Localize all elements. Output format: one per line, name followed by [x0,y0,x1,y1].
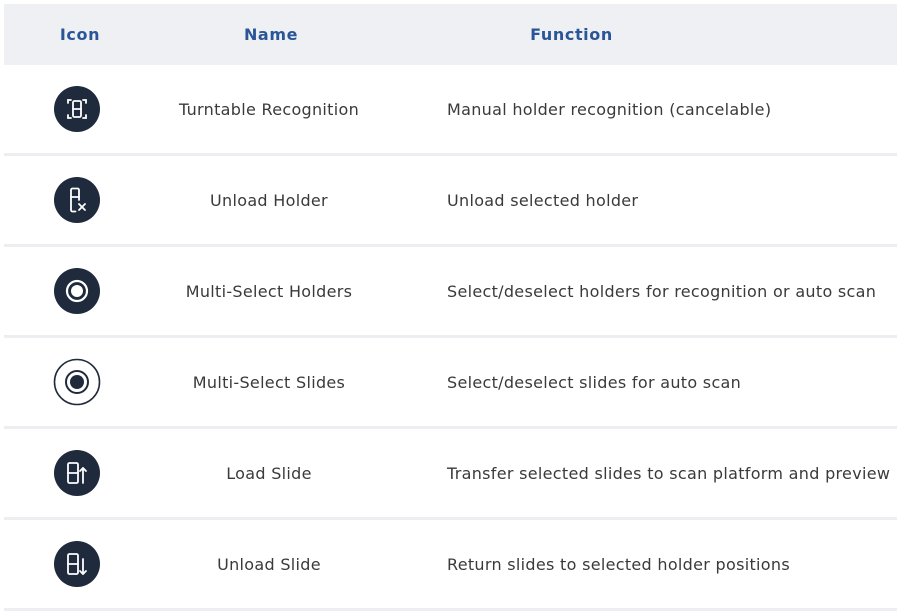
header-icon: Icon [59,25,101,44]
multi-select-holders-icon [54,268,100,314]
table-row: Unload Holder Unload selected holder [4,156,897,247]
row-function: Select/deselect holders for recognition … [447,281,877,301]
row-name: Load Slide [226,463,312,483]
row-function: Unload selected holder [447,190,639,210]
row-function: Return slides to selected holder positio… [447,554,790,574]
row-name: Unload Slide [217,554,321,574]
load-slide-icon [54,450,100,496]
table-row: Multi-Select Holders Select/deselect hol… [4,247,897,338]
table-row: Unload Slide Return slides to selected h… [4,520,897,611]
unload-holder-icon [54,177,100,223]
multi-select-slides-icon [53,358,101,406]
unload-slide-icon [54,541,100,587]
row-name: Unload Holder [210,190,328,210]
row-name: Turntable Recognition [178,99,360,119]
table-row: Load Slide Transfer selected slides to s… [4,429,897,520]
feature-table: Icon Name Function Turntable Recognition… [4,4,897,611]
row-name: Multi-Select Holders [185,281,353,301]
row-function: Transfer selected slides to scan platfor… [447,463,891,483]
table-header: Icon Name Function [4,4,897,65]
row-function: Select/deselect slides for auto scan [447,372,742,392]
turntable-recognition-icon [54,86,100,132]
header-name: Name [243,25,299,44]
table-row: Multi-Select Slides Select/deselect slid… [4,338,897,429]
header-function: Function [530,25,613,44]
row-function: Manual holder recognition (cancelable) [447,99,772,119]
table-row: Turntable Recognition Manual holder reco… [4,65,897,156]
row-name: Multi-Select Slides [192,372,346,392]
